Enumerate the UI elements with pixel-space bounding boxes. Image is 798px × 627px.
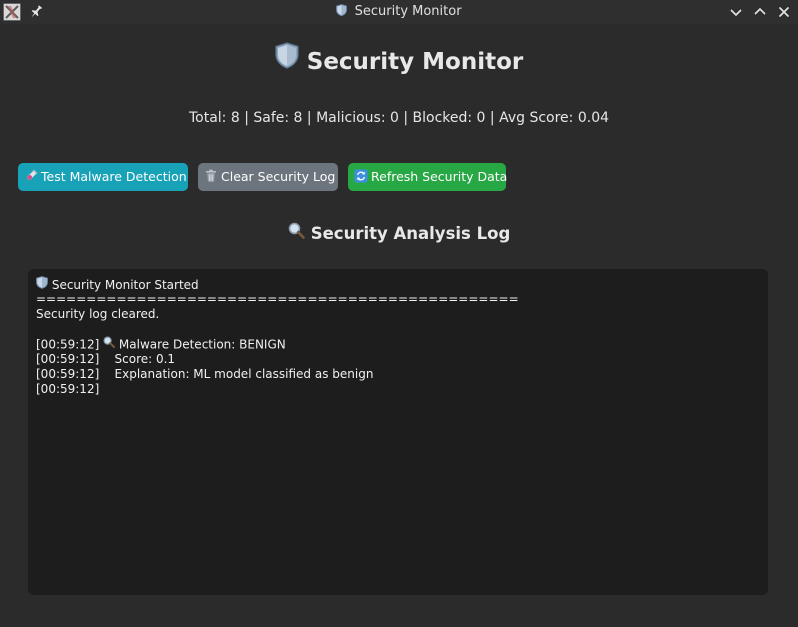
security-log[interactable]: Security Monitor Started ===============… bbox=[28, 269, 768, 595]
log-line: [00:59:12] Malware Detection: BENIGN bbox=[36, 336, 286, 352]
log-section-title-text: Security Analysis Log bbox=[310, 224, 511, 243]
stats-summary: Total: 8 | Safe: 8 | Malicious: 0 | Bloc… bbox=[188, 110, 610, 126]
refresh-security-data-button[interactable]: Refresh Security Data bbox=[348, 163, 508, 191]
pin-icon[interactable] bbox=[29, 4, 43, 20]
log-line: [00:59:12] Score: 0.1 bbox=[36, 352, 176, 366]
shield-icon bbox=[336, 4, 350, 18]
refresh-security-data-label: Refresh Security Data bbox=[371, 169, 508, 184]
refresh-icon bbox=[354, 169, 368, 185]
window-title: Security Monitor bbox=[0, 0, 798, 24]
log-line: Security log cleared. bbox=[36, 307, 160, 321]
magnifier-icon bbox=[288, 222, 305, 246]
log-section-title: Security Analysis Log bbox=[0, 222, 798, 246]
minimize-button[interactable] bbox=[727, 3, 745, 21]
shield-icon bbox=[36, 276, 48, 293]
test-malware-detection-label: Test Malware Detection bbox=[41, 169, 187, 184]
test-tube-icon bbox=[24, 169, 38, 185]
page-title: Security Monitor bbox=[0, 42, 798, 79]
clear-security-log-label: Clear Security Log bbox=[221, 169, 336, 184]
trash-icon bbox=[204, 169, 218, 185]
shield-icon bbox=[275, 42, 299, 79]
close-button[interactable] bbox=[775, 3, 793, 21]
close-icon bbox=[778, 6, 790, 18]
test-malware-detection-button[interactable]: Test Malware Detection bbox=[18, 163, 188, 191]
log-line: [00:59:12] Explanation: ML model classif… bbox=[36, 367, 374, 381]
magnifier-icon bbox=[103, 336, 116, 352]
log-line: Security Monitor Started bbox=[36, 276, 760, 293]
maximize-button[interactable] bbox=[751, 3, 769, 21]
chevron-up-icon bbox=[754, 7, 766, 15]
window-titlebar: Security Monitor bbox=[0, 0, 798, 24]
chevron-down-icon bbox=[730, 9, 742, 17]
clear-security-log-button[interactable]: Clear Security Log bbox=[198, 163, 338, 191]
log-line: ========================================… bbox=[36, 292, 519, 306]
log-line: [00:59:12] bbox=[36, 382, 100, 396]
app-icon[interactable] bbox=[3, 3, 21, 21]
page-title-text: Security Monitor bbox=[306, 49, 524, 75]
